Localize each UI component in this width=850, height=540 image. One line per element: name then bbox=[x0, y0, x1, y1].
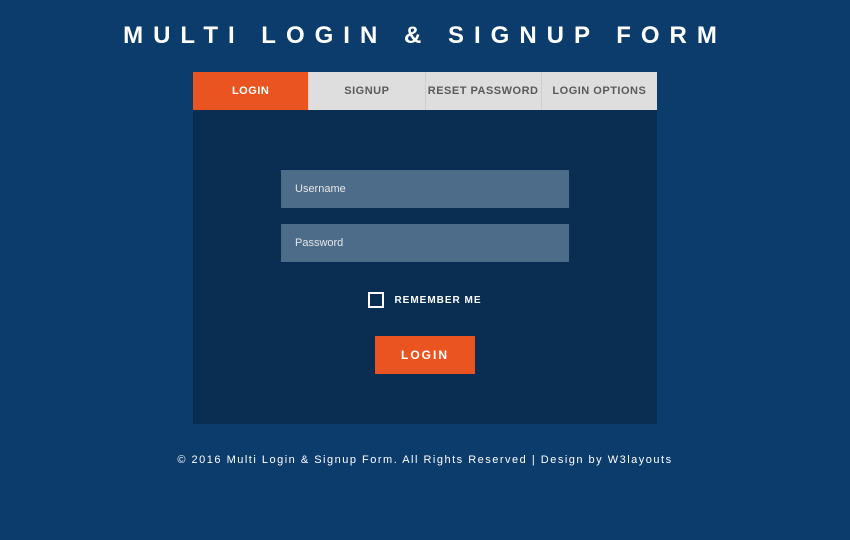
tab-label: SIGNUP bbox=[344, 85, 389, 97]
page-title: MULTI LOGIN & SIGNUP FORM bbox=[0, 0, 850, 72]
tab-label: LOGIN bbox=[232, 85, 269, 97]
username-input[interactable] bbox=[281, 170, 569, 208]
tab-login[interactable]: LOGIN bbox=[193, 72, 309, 110]
tab-login-options[interactable]: LOGIN OPTIONS bbox=[542, 72, 657, 110]
tab-label: LOGIN OPTIONS bbox=[552, 85, 646, 97]
tab-label: RESET PASSWORD bbox=[428, 85, 539, 97]
footer-text: © 2016 Multi Login & Signup Form. All Ri… bbox=[0, 454, 850, 466]
remember-row: REMEMBER ME bbox=[281, 292, 569, 308]
password-input[interactable] bbox=[281, 224, 569, 262]
login-button[interactable]: LOGIN bbox=[375, 336, 475, 374]
remember-label: REMEMBER ME bbox=[394, 295, 481, 306]
login-panel: REMEMBER ME LOGIN bbox=[193, 110, 657, 424]
tab-reset-password[interactable]: RESET PASSWORD bbox=[426, 72, 542, 110]
tab-bar: LOGIN SIGNUP RESET PASSWORD LOGIN OPTION… bbox=[193, 72, 657, 110]
auth-card: LOGIN SIGNUP RESET PASSWORD LOGIN OPTION… bbox=[193, 72, 657, 424]
tab-signup[interactable]: SIGNUP bbox=[309, 72, 425, 110]
remember-checkbox[interactable] bbox=[368, 292, 384, 308]
